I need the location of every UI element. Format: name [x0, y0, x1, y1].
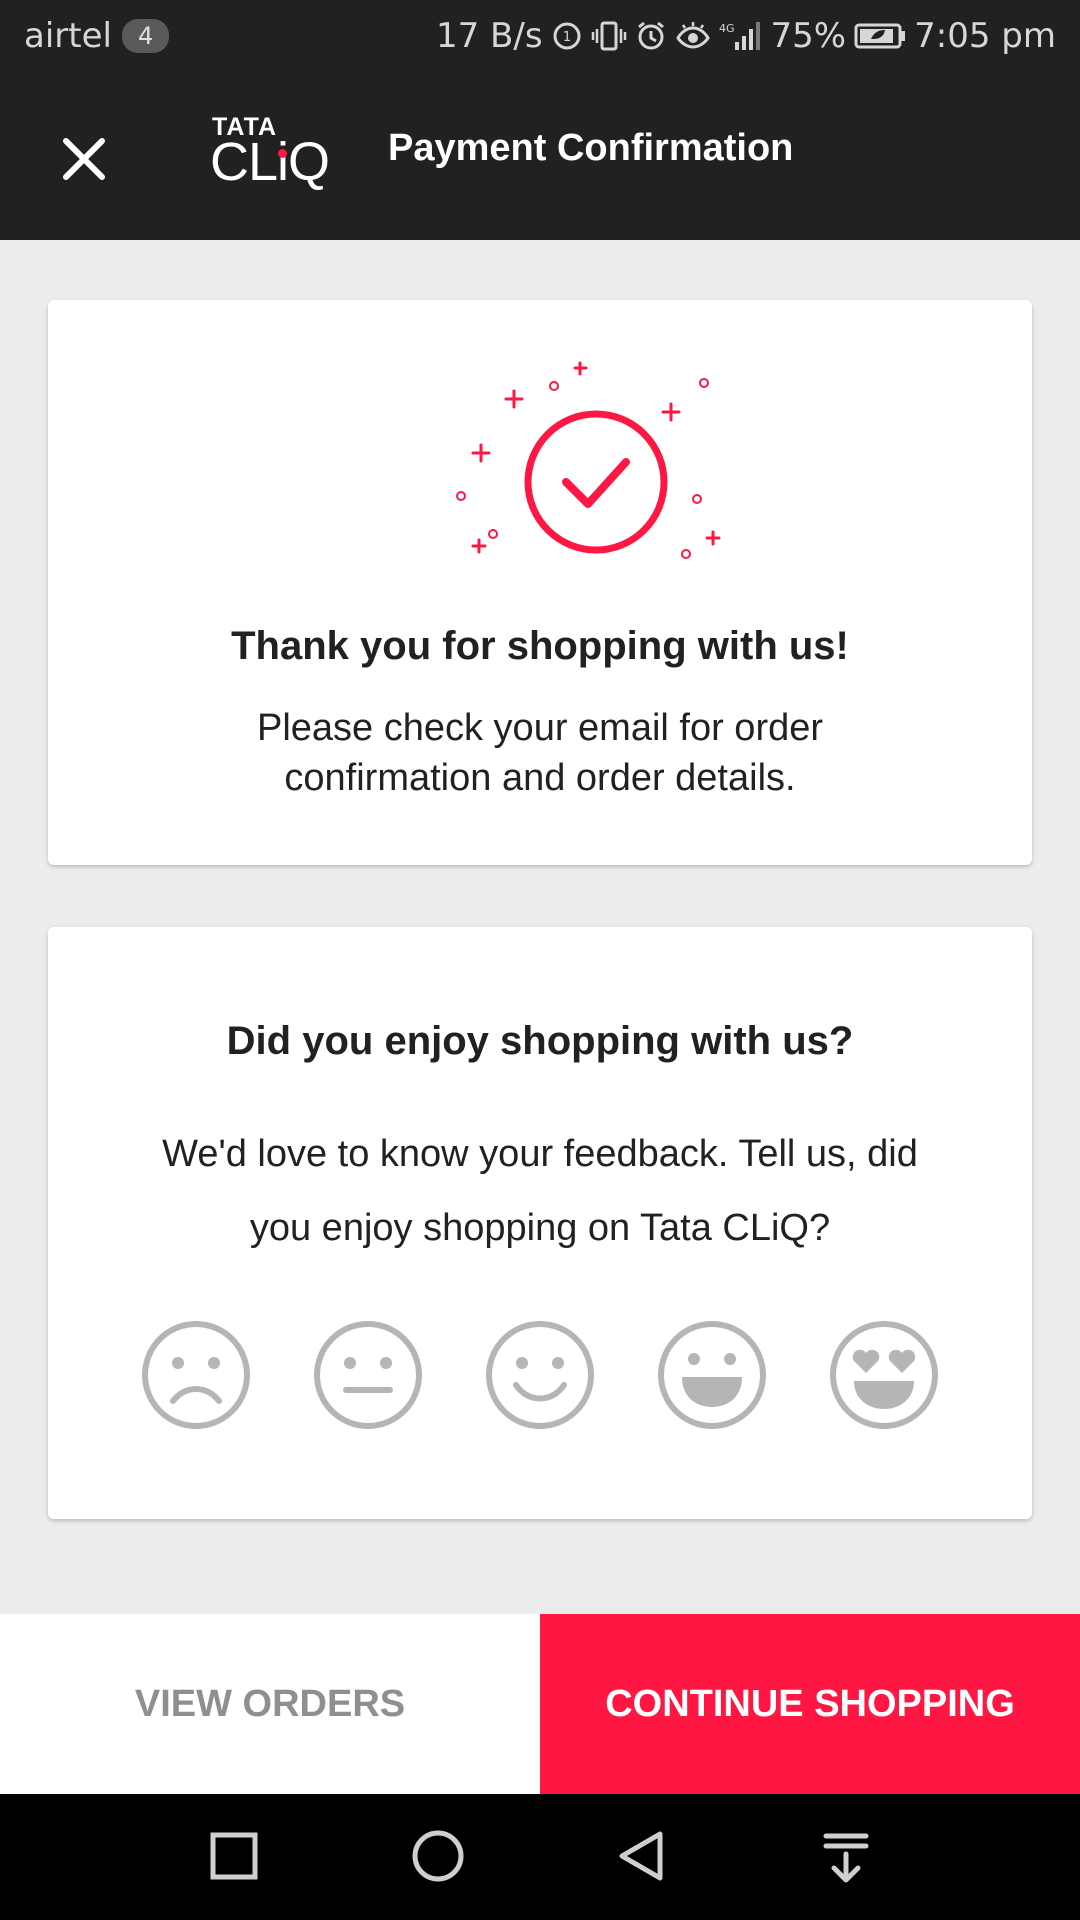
system-nav-bar: [0, 1794, 1080, 1920]
network-type: 4G: [719, 22, 735, 35]
rating-faces: [140, 1319, 940, 1431]
back-triangle-icon[interactable]: [610, 1824, 674, 1888]
recents-square-icon[interactable]: [202, 1824, 266, 1888]
happy-face-icon[interactable]: [656, 1319, 768, 1431]
carrier-name: airtel: [24, 16, 112, 56]
neutral-face-icon[interactable]: [312, 1319, 424, 1431]
close-icon: [63, 138, 105, 180]
battery-percent: 75%: [770, 16, 847, 56]
sim-badge: 4: [121, 19, 170, 53]
notification-pulldown-icon[interactable]: [814, 1824, 878, 1888]
tata-cliq-logo: TATA CLiQ: [210, 113, 335, 203]
eye-comfort-icon: [675, 20, 711, 52]
thank-you-heading: Thank you for shopping with us!: [231, 624, 849, 668]
page-title: Payment Confirmation: [388, 127, 794, 169]
continue-shopping-button[interactable]: CONTINUE SHOPPING: [540, 1614, 1080, 1794]
status-bar: airtel 4 17 B/s 1 4G 75% 7:05 pm: [0, 0, 1080, 75]
data-saver-icon: 1: [551, 20, 583, 52]
svg-text:1: 1: [562, 30, 570, 45]
confirmation-card: Thank you for shopping with us! Please c…: [48, 300, 1032, 865]
feedback-heading: Did you enjoy shopping with us?: [226, 1019, 854, 1063]
smile-face-icon[interactable]: [484, 1319, 596, 1431]
vibrate-icon: [591, 20, 627, 52]
close-button[interactable]: [52, 127, 116, 191]
feedback-message: We'd love to know your feedback. Tell us…: [108, 1117, 972, 1265]
clock-time: 7:05 pm: [914, 16, 1056, 56]
confirmation-message-line2: confirmation and order details.: [284, 757, 796, 799]
sad-face-icon[interactable]: [140, 1319, 252, 1431]
status-left: airtel 4: [24, 16, 170, 56]
view-orders-button[interactable]: VIEW ORDERS: [0, 1614, 540, 1794]
feedback-message-line2: you enjoy shopping on Tata CLiQ?: [249, 1207, 831, 1249]
confirmation-message-line1: Please check your email for order: [256, 707, 824, 749]
confirmation-message: Please check your email for order confir…: [108, 703, 972, 803]
logo-bottom-text: CLiQ: [210, 132, 330, 192]
status-right: 17 B/s 1 4G 75% 7:05 pm: [436, 16, 1056, 56]
success-check-icon: [456, 361, 721, 559]
network-speed: 17 B/s: [435, 16, 543, 56]
alarm-icon: [635, 20, 667, 52]
heart-eyes-face-icon[interactable]: [828, 1319, 940, 1431]
signal-icon: 4G: [719, 20, 763, 52]
battery-icon: [854, 22, 906, 50]
logo-dot: [278, 149, 287, 158]
feedback-message-line1: We'd love to know your feedback. Tell us…: [162, 1133, 918, 1175]
app-bar: TATA CLiQ Payment Confirmation: [0, 75, 1080, 240]
home-circle-icon[interactable]: [406, 1824, 470, 1888]
bottom-action-bar: VIEW ORDERS CONTINUE SHOPPING: [0, 1614, 1080, 1794]
feedback-card: Did you enjoy shopping with us? We'd lov…: [48, 927, 1032, 1519]
